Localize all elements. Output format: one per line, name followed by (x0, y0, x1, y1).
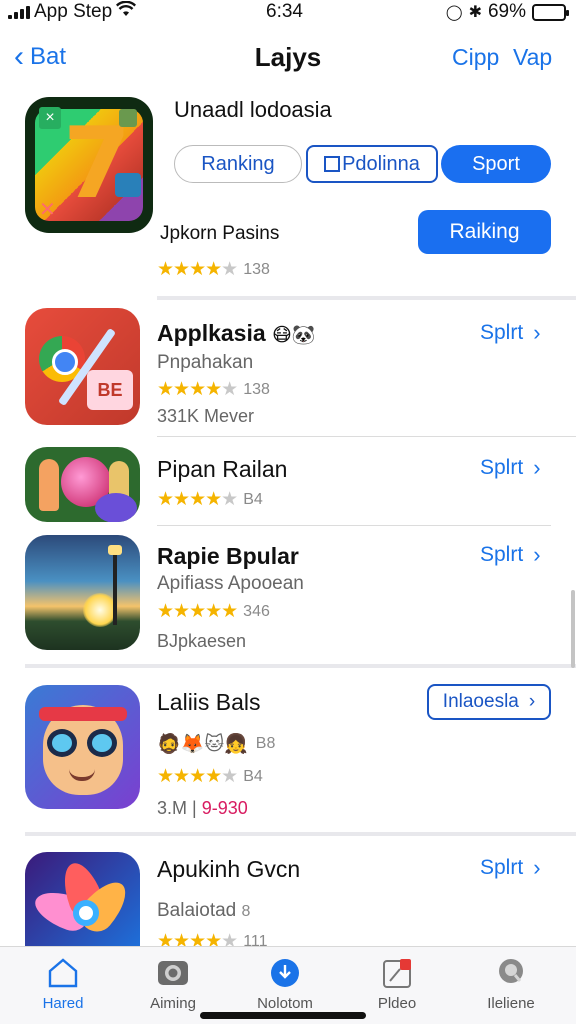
wifi-icon (116, 0, 137, 23)
battery-icon (532, 3, 569, 21)
nav-right-button-1[interactable]: Cipp (452, 44, 499, 71)
status-bar: App Step 6:34 ◯ ✱ 69% (0, 0, 576, 26)
app-name: Applkasia 😷🐼 (157, 320, 316, 346)
status-right: ◯ ✱ 69% (445, 1, 569, 23)
app-rating: ★★★★★ B4 (157, 489, 263, 510)
rotation-lock-icon: ◯ (445, 4, 463, 21)
app-name: Pipan Railan (157, 456, 288, 482)
featured-subtitle: Jpkorn Pasins (160, 223, 280, 244)
app-rating: ★★★★★ 346 (157, 601, 270, 622)
bookmark-chip[interactable]: Pdolinna (306, 145, 438, 183)
app-rating: ★★★★★ 138 (157, 379, 270, 400)
app-action-button[interactable]: Inlaoesla › (427, 684, 551, 720)
lamp-post-icon (108, 545, 122, 625)
app-action-button[interactable]: Splrt › (480, 320, 541, 346)
app-icon-applkasia[interactable]: BE (25, 308, 140, 425)
avatar-icons: 🧔🦊🐱👧 (157, 734, 248, 755)
badge-icons: 😷🐼 (272, 325, 316, 346)
close-mark-icon: ✕ (39, 199, 56, 221)
chevron-right-icon: › (533, 855, 541, 880)
featured-ranking-button[interactable]: Raiking (418, 210, 551, 254)
tab-video[interactable]: Pldeo (352, 957, 442, 1012)
bluetooth-icon: ✱ (468, 4, 482, 21)
status-left: App Step (8, 0, 137, 23)
featured-app-name: Unaadl lodoasia (174, 97, 332, 122)
signal-icon (8, 5, 30, 19)
navigation-bar: ‹ Bat Lajys Cipp Vap (0, 36, 576, 84)
featured-app-icon[interactable]: 7 × ✕ (25, 97, 153, 233)
chevron-right-icon: › (533, 320, 541, 345)
app-action-button[interactable]: Splrt › (480, 855, 541, 881)
scroll-indicator[interactable] (571, 590, 575, 668)
battery-percent: 69% (487, 1, 526, 22)
star-rating-icon: ★★★★★ (157, 259, 238, 280)
carrier-label: App Step (34, 1, 113, 22)
app-name: Apukinh Gvcn (157, 856, 301, 882)
bookmark-icon (324, 156, 341, 172)
section-divider (25, 832, 576, 836)
app-action-button[interactable]: Splrt › (480, 455, 541, 481)
app-icon-laliis-bals[interactable] (25, 685, 140, 809)
tab-download[interactable]: Nolotom (240, 957, 330, 1012)
app-developer: BJpkaesen (157, 631, 247, 651)
row-divider (157, 436, 576, 437)
star-rating-icon: ★★★★★ (157, 601, 238, 622)
app-subtitle: Pnpahakan (157, 352, 254, 373)
video-icon (383, 959, 411, 988)
section-divider (157, 296, 576, 300)
clock: 6:34 (266, 1, 303, 22)
chevron-right-icon: › (528, 691, 536, 712)
app-name: Laliis Bals (157, 689, 261, 715)
chevron-right-icon: › (533, 455, 541, 480)
app-size: 3.M | 9-930 (157, 798, 248, 818)
app-downloads: 331K Mever (157, 406, 255, 426)
home-indicator[interactable] (200, 1012, 366, 1019)
section-divider (25, 664, 576, 668)
app-icon-pipan-railan[interactable] (25, 447, 140, 522)
app-action-button[interactable]: Splrt › (480, 542, 541, 568)
tab-home[interactable]: Hared (18, 957, 108, 1012)
download-icon (271, 959, 299, 987)
nav-right-button-2[interactable]: Vap (513, 44, 552, 71)
x-badge-icon: × (39, 107, 61, 129)
chevron-right-icon: › (533, 542, 541, 567)
app-rating: ★★★★★ B4 (157, 766, 263, 787)
search-icon (499, 959, 523, 983)
star-rating-icon: ★★★★★ (157, 489, 238, 510)
tab-search[interactable]: Ileliene (466, 957, 556, 1012)
bookmark-chip-label: Pdolinna (342, 152, 420, 175)
ranking-chip[interactable]: Ranking (174, 145, 302, 183)
featured-rating: ★★★★★ 138 (157, 258, 270, 281)
app-name: Rapie Bpular (157, 543, 299, 569)
camera-icon (158, 961, 188, 985)
app-icon-rapie-bpular[interactable] (25, 535, 140, 650)
rating-count: 138 (243, 260, 270, 278)
app-subtitle: Apifiass Apooean (157, 573, 304, 594)
star-rating-icon: ★★★★★ (157, 379, 238, 400)
row-divider (157, 525, 551, 526)
home-icon (48, 958, 78, 988)
app-subtitle: Balaiotad 8 (157, 900, 251, 921)
sport-chip[interactable]: Sport (441, 145, 551, 183)
tab-aiming[interactable]: Aiming (128, 957, 218, 1012)
app-meta: 🧔🦊🐱👧 B8 (157, 734, 276, 755)
app-icon-apukinh-gvcn[interactable] (25, 852, 140, 947)
star-rating-icon: ★★★★★ (157, 766, 238, 787)
